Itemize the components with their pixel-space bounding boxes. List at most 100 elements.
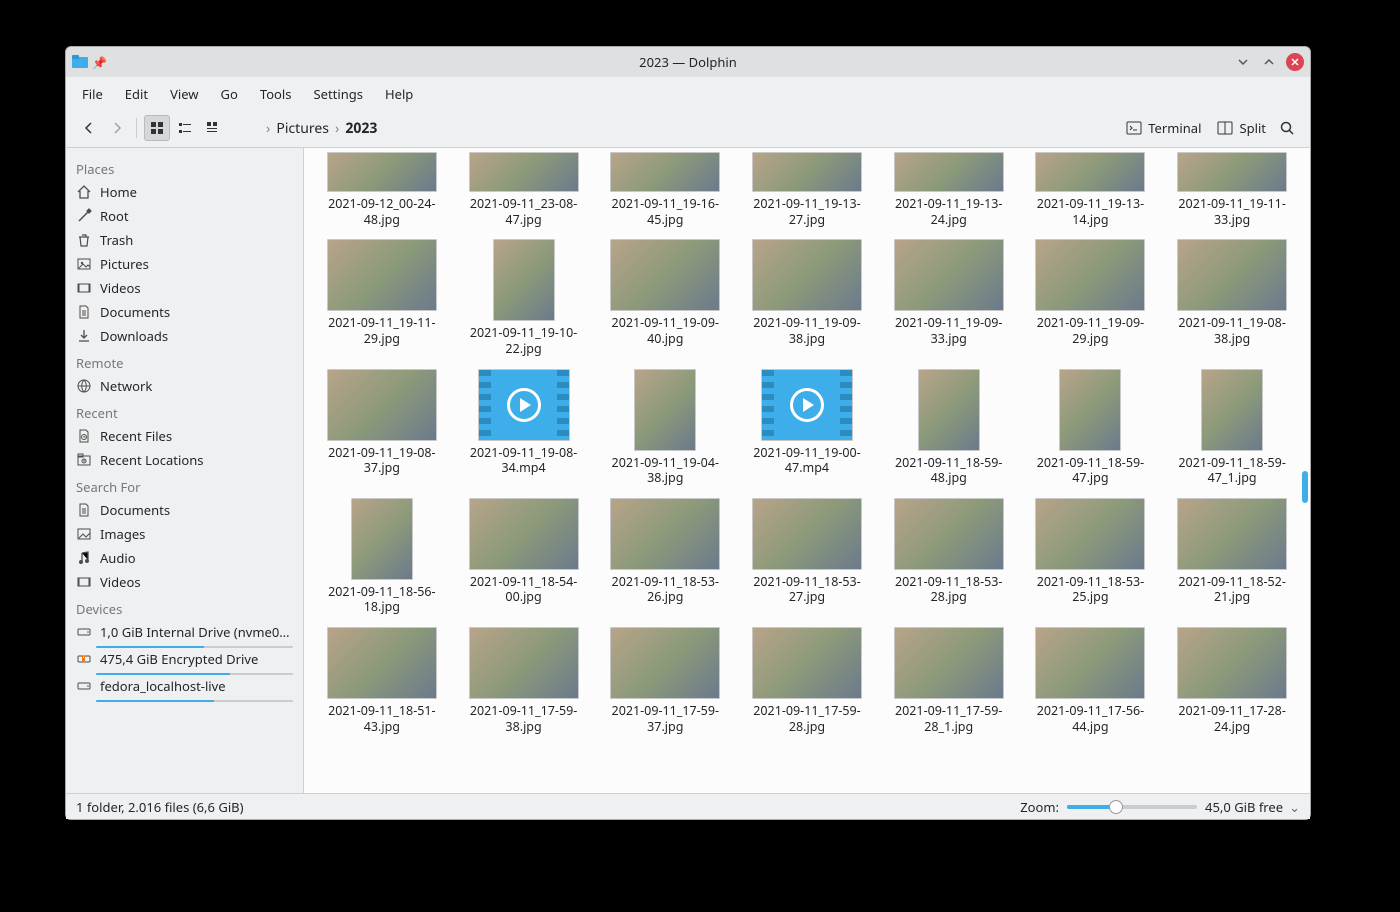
back-button[interactable] (76, 115, 102, 141)
file-item[interactable]: 2021-09-11_19-04-38.jpg (597, 365, 733, 488)
file-item[interactable]: 2021-09-11_17-59-28_1.jpg (881, 623, 1017, 736)
breadcrumb[interactable]: › Pictures › 2023 (266, 119, 377, 138)
file-item[interactable]: 2021-09-11_19-13-27.jpg (739, 148, 875, 229)
file-name: 2021-09-11_17-59-38.jpg (459, 703, 589, 734)
sidebar-item-recent-files[interactable]: Recent Files (66, 424, 303, 448)
search-button[interactable] (1274, 115, 1300, 141)
file-view[interactable]: 2021-09-12_00-24-48.jpg2021-09-11_23-08-… (304, 148, 1310, 793)
file-item[interactable]: 2021-09-11_19-10-22.jpg (456, 235, 592, 358)
file-item[interactable]: 2021-09-11_17-59-37.jpg (597, 623, 733, 736)
sidebar-item-images[interactable]: Images (66, 522, 303, 546)
file-item[interactable]: 2021-09-11_18-53-28.jpg (881, 494, 1017, 617)
sidebar-item-label: Videos (100, 279, 293, 297)
menu-edit[interactable]: Edit (115, 81, 158, 107)
sidebar-item-label: Recent Locations (100, 451, 293, 469)
file-item[interactable]: 2021-09-11_18-56-18.jpg (314, 494, 450, 617)
sidebar-item-videos[interactable]: Videos (66, 570, 303, 594)
sidebar-item-pictures[interactable]: Pictures (66, 252, 303, 276)
file-item[interactable]: 2021-09-11_19-09-29.jpg (1023, 235, 1159, 358)
file-item[interactable]: 2021-09-11_18-59-47.jpg (1023, 365, 1159, 488)
sidebar-item-audio[interactable]: Audio (66, 546, 303, 570)
breadcrumb-current[interactable]: 2023 (345, 119, 377, 138)
file-item[interactable]: 2021-09-11_19-09-40.jpg (597, 235, 733, 358)
forward-button[interactable] (104, 115, 130, 141)
file-item[interactable]: 2021-09-11_18-53-27.jpg (739, 494, 875, 617)
image-thumbnail (752, 627, 862, 699)
recent-files-icon (76, 428, 92, 444)
sidebar-item-label: Videos (100, 573, 293, 591)
file-name: 2021-09-11_18-54-00.jpg (459, 574, 589, 605)
split-button[interactable]: Split (1209, 115, 1274, 141)
file-item[interactable]: 2021-09-12_00-24-48.jpg (314, 148, 450, 229)
sidebar-item-label: 475,4 GiB Encrypted Drive (100, 650, 293, 668)
menu-help[interactable]: Help (375, 81, 423, 107)
sidebar-item-1-0-gib-internal-drive-nvme0n-[interactable]: 1,0 GiB Internal Drive (nvme0n... (66, 620, 303, 647)
details-view-button[interactable] (200, 115, 226, 141)
sidebar-item-home[interactable]: Home (66, 180, 303, 204)
sidebar-item-documents[interactable]: Documents (66, 300, 303, 324)
file-item[interactable]: 2021-09-11_19-11-29.jpg (314, 235, 450, 358)
file-item[interactable]: 2021-09-11_19-00-47.mp4 (739, 365, 875, 488)
compact-view-button[interactable] (172, 115, 198, 141)
sidebar-item-documents[interactable]: Documents (66, 498, 303, 522)
file-item[interactable]: 2021-09-11_18-51-43.jpg (314, 623, 450, 736)
file-item[interactable]: 2021-09-11_19-08-37.jpg (314, 365, 450, 488)
file-item[interactable]: 2021-09-11_18-59-48.jpg (881, 365, 1017, 488)
sidebar-item-network[interactable]: Network (66, 374, 303, 398)
image-thumbnail (610, 152, 720, 192)
menu-settings[interactable]: Settings (304, 81, 373, 107)
sidebar-item-videos[interactable]: Videos (66, 276, 303, 300)
sidebar-section-remote: Remote (66, 348, 303, 374)
sidebar-item-root[interactable]: Root (66, 204, 303, 228)
file-item[interactable]: 2021-09-11_18-53-25.jpg (1023, 494, 1159, 617)
sidebar-item-trash[interactable]: Trash (66, 228, 303, 252)
scrollbar-thumb[interactable] (1302, 471, 1308, 503)
maximize-button[interactable] (1260, 53, 1278, 71)
toolbar: › Pictures › 2023 Terminal Split (66, 111, 1310, 148)
app-icon (72, 54, 88, 70)
file-item[interactable]: 2021-09-11_19-13-14.jpg (1023, 148, 1159, 229)
pin-icon[interactable]: 📌 (92, 54, 107, 71)
sidebar-item-downloads[interactable]: Downloads (66, 324, 303, 348)
file-item[interactable]: 2021-09-11_19-09-33.jpg (881, 235, 1017, 358)
file-item[interactable]: 2021-09-11_17-59-38.jpg (456, 623, 592, 736)
recent-loc-icon (76, 452, 92, 468)
close-button[interactable] (1286, 53, 1304, 71)
terminal-button[interactable]: Terminal (1118, 115, 1209, 141)
icons-view-button[interactable] (144, 115, 170, 141)
chevron-down-icon[interactable]: ⌄ (1289, 798, 1300, 816)
file-item[interactable]: 2021-09-11_17-56-44.jpg (1023, 623, 1159, 736)
file-item[interactable]: 2021-09-11_19-09-38.jpg (739, 235, 875, 358)
minimize-button[interactable] (1234, 53, 1252, 71)
zoom-slider[interactable] (1067, 805, 1197, 809)
file-item[interactable]: 2021-09-11_19-08-38.jpg (1164, 235, 1300, 358)
sidebar-item-fedora-localhost-live[interactable]: fedora_localhost-live (66, 674, 303, 701)
sidebar-item-recent-locations[interactable]: Recent Locations (66, 448, 303, 472)
image-thumbnail (469, 627, 579, 699)
terminal-icon (1126, 120, 1142, 136)
file-item[interactable]: 2021-09-11_17-59-28.jpg (739, 623, 875, 736)
file-item[interactable]: 2021-09-11_18-53-26.jpg (597, 494, 733, 617)
menu-file[interactable]: File (72, 81, 113, 107)
breadcrumb-parent[interactable]: Pictures (276, 119, 329, 138)
file-item[interactable]: 2021-09-11_18-59-47_1.jpg (1164, 365, 1300, 488)
sidebar-item-label: Audio (100, 549, 293, 567)
file-item[interactable]: 2021-09-11_19-13-24.jpg (881, 148, 1017, 229)
videos-icon (76, 574, 92, 590)
home-icon (76, 184, 92, 200)
image-thumbnail (1201, 369, 1263, 451)
image-thumbnail (894, 152, 1004, 192)
sidebar-item-475-4-gib-encrypted-drive[interactable]: 475,4 GiB Encrypted Drive (66, 647, 303, 674)
image-thumbnail (1177, 239, 1287, 311)
file-name: 2021-09-11_19-00-47.mp4 (742, 445, 872, 476)
file-item[interactable]: 2021-09-11_18-52-21.jpg (1164, 494, 1300, 617)
file-item[interactable]: 2021-09-11_17-28-24.jpg (1164, 623, 1300, 736)
file-item[interactable]: 2021-09-11_23-08-47.jpg (456, 148, 592, 229)
file-item[interactable]: 2021-09-11_19-11-33.jpg (1164, 148, 1300, 229)
menu-go[interactable]: Go (211, 81, 248, 107)
file-item[interactable]: 2021-09-11_18-54-00.jpg (456, 494, 592, 617)
menu-tools[interactable]: Tools (250, 81, 302, 107)
file-item[interactable]: 2021-09-11_19-08-34.mp4 (456, 365, 592, 488)
menu-view[interactable]: View (160, 81, 208, 107)
file-item[interactable]: 2021-09-11_19-16-45.jpg (597, 148, 733, 229)
